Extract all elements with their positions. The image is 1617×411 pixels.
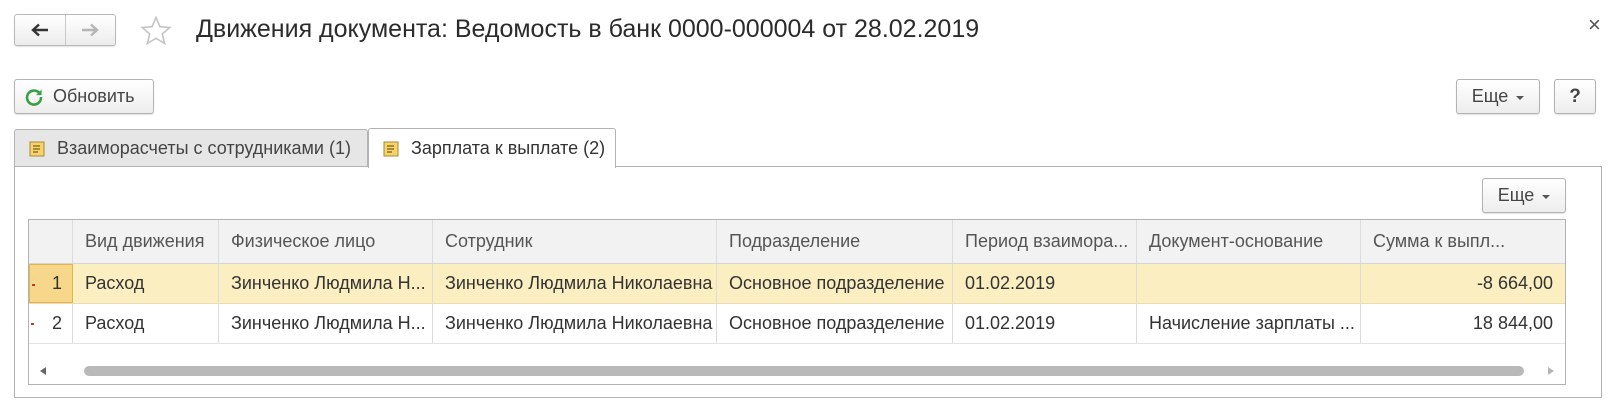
- refresh-icon: [25, 88, 43, 106]
- chevron-down-icon: [1516, 95, 1525, 100]
- register-icon: [29, 141, 45, 157]
- cell-person[interactable]: Зинченко Людмила Н...: [219, 304, 433, 343]
- scroll-right-icon[interactable]: [1548, 367, 1554, 375]
- cell-department[interactable]: Основное подразделение: [717, 264, 953, 303]
- table-row[interactable]: 1 Расход Зинченко Людмила Н... Зинченко …: [29, 264, 1565, 304]
- page-title: Движения документа: Ведомость в банк 000…: [196, 15, 980, 43]
- column-header-number[interactable]: [29, 220, 73, 263]
- tab-salary-to-pay[interactable]: Зарплата к выплате (2): [368, 128, 616, 168]
- row-number: 1: [51, 273, 62, 293]
- column-header-kind[interactable]: Вид движения: [73, 220, 219, 263]
- scrollbar-thumb[interactable]: [84, 366, 1524, 376]
- forward-button[interactable]: [64, 15, 116, 45]
- star-icon: [140, 15, 172, 46]
- tab-salary-to-pay-label: Зарплата к выплате (2): [411, 138, 606, 158]
- close-icon[interactable]: ×: [1588, 14, 1601, 36]
- column-header-amount[interactable]: Сумма к выпл...: [1361, 220, 1565, 263]
- cell-department[interactable]: Основное подразделение: [717, 304, 953, 343]
- movements-table: Вид движения Физическое лицо Сотрудник П…: [28, 219, 1566, 385]
- cell-employee[interactable]: Зинченко Людмила Николаевна: [433, 304, 717, 343]
- register-icon: [383, 141, 399, 157]
- column-header-period[interactable]: Период взаимора...: [953, 220, 1137, 263]
- column-header-employee[interactable]: Сотрудник: [433, 220, 717, 263]
- column-header-department[interactable]: Подразделение: [717, 220, 953, 263]
- row-number-cell[interactable]: 2: [29, 304, 73, 343]
- row-number: 2: [51, 313, 62, 333]
- column-header-person[interactable]: Физическое лицо: [219, 220, 433, 263]
- more-actions-label: Еще: [1471, 86, 1509, 106]
- cell-employee[interactable]: Зинченко Людмила Николаевна: [433, 264, 717, 303]
- tab-settlements[interactable]: Взаиморасчеты с сотрудниками (1): [14, 129, 368, 167]
- refresh-button[interactable]: Обновить: [14, 79, 154, 114]
- cell-amount[interactable]: 18 844,00: [1361, 304, 1565, 343]
- table-more-button[interactable]: Еще: [1482, 178, 1566, 213]
- column-header-basis[interactable]: Документ-основание: [1137, 220, 1361, 263]
- favorite-star-icon[interactable]: [140, 15, 172, 52]
- scroll-left-icon[interactable]: [40, 367, 46, 375]
- cell-basis[interactable]: [1137, 264, 1361, 303]
- cell-person[interactable]: Зинченко Людмила Н...: [219, 264, 433, 303]
- back-button[interactable]: [15, 15, 65, 45]
- help-button[interactable]: ?: [1554, 79, 1596, 114]
- row-number-cell[interactable]: 1: [29, 264, 73, 303]
- more-actions-button[interactable]: Еще: [1456, 79, 1540, 114]
- cell-period[interactable]: 01.02.2019: [953, 304, 1137, 343]
- refresh-button-label: Обновить: [53, 86, 135, 106]
- table-header: Вид движения Физическое лицо Сотрудник П…: [29, 220, 1565, 264]
- arrow-right-icon: [82, 23, 100, 37]
- cell-period[interactable]: 01.02.2019: [953, 264, 1137, 303]
- history-navigation: [14, 14, 116, 46]
- cell-kind[interactable]: Расход: [73, 264, 219, 303]
- table-row[interactable]: 2 Расход Зинченко Людмила Н... Зинченко …: [29, 304, 1565, 344]
- cell-kind[interactable]: Расход: [73, 304, 219, 343]
- chevron-down-icon: [1542, 194, 1551, 199]
- horizontal-scrollbar[interactable]: [34, 364, 1558, 378]
- tab-settlements-label: Взаиморасчеты с сотрудниками (1): [57, 138, 351, 158]
- arrow-left-icon: [30, 23, 48, 37]
- table-more-label: Еще: [1497, 185, 1535, 205]
- row-marker: [32, 284, 35, 286]
- cell-amount[interactable]: -8 664,00: [1361, 264, 1565, 303]
- cell-basis[interactable]: Начисление зарплаты ...: [1137, 304, 1361, 343]
- row-marker: [31, 323, 34, 325]
